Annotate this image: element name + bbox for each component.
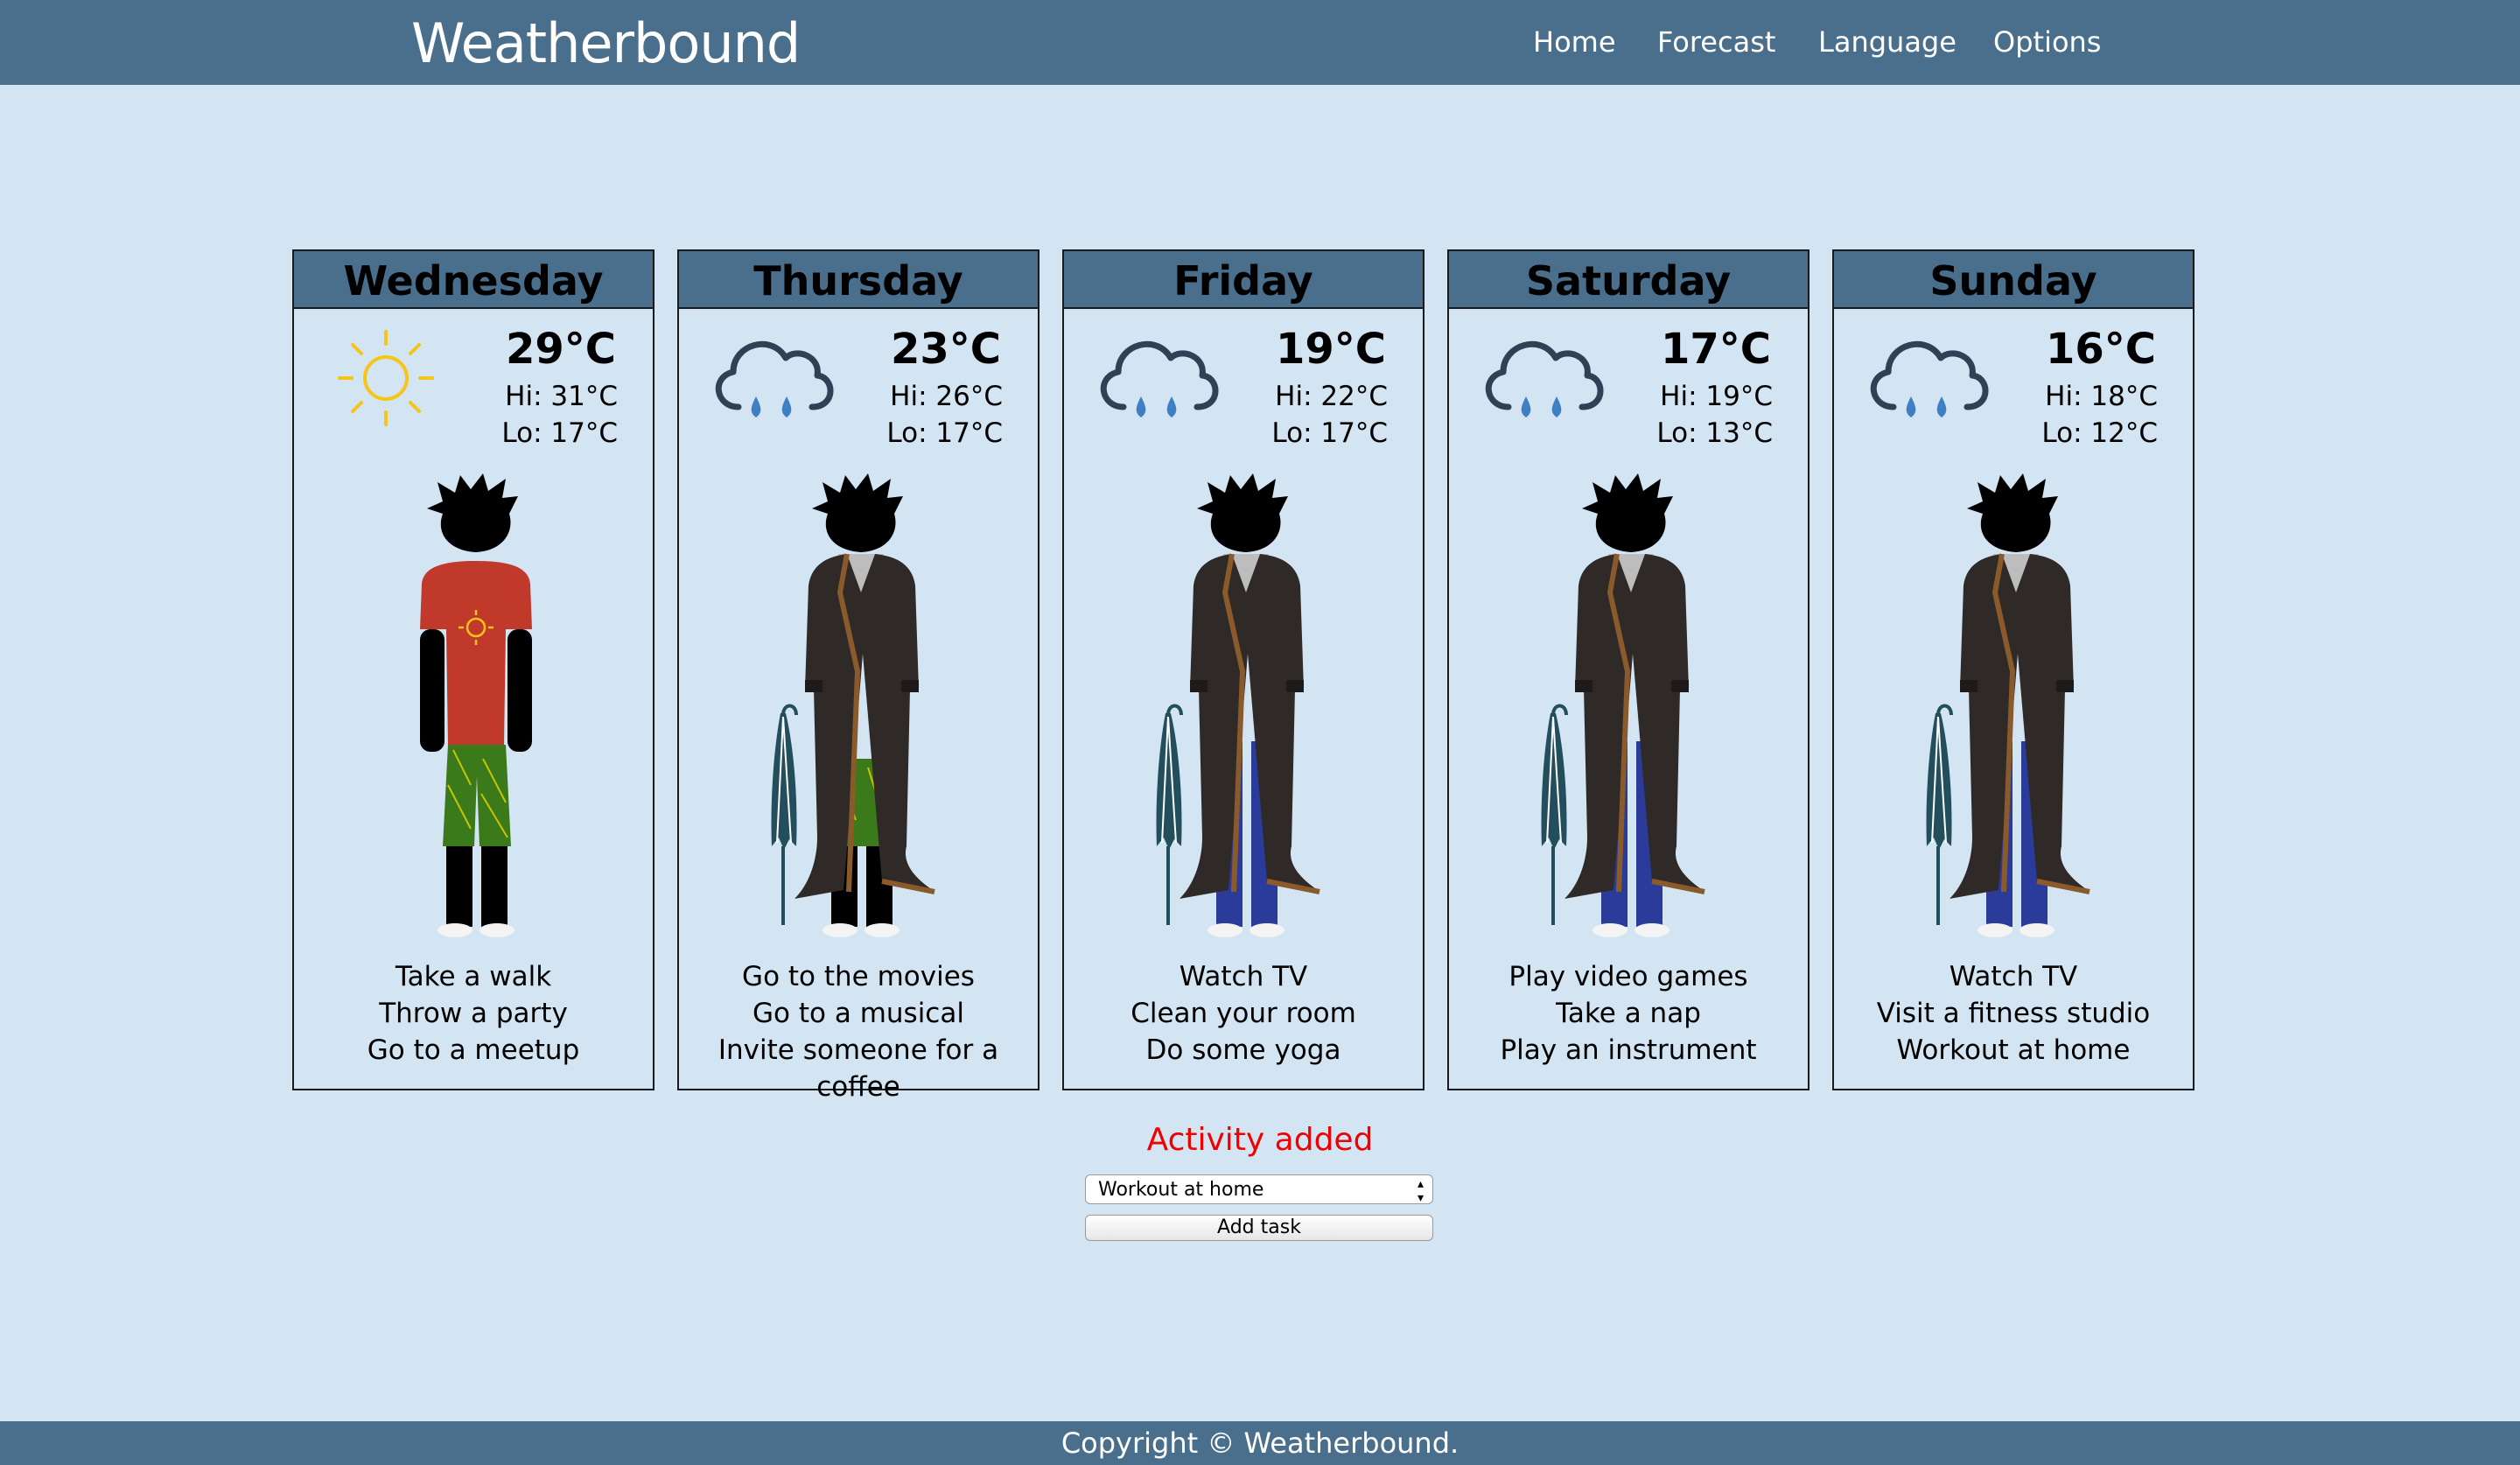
nav-options-link[interactable]: Options [1993, 0, 2101, 85]
footer-copyright: Copyright © Weatherbound. [0, 1421, 2520, 1465]
activity-item: Visit a fitness studio [1876, 998, 2151, 1029]
nav-forecast-link[interactable]: Forecast [1657, 0, 1775, 85]
current-temperature: 19°C [1275, 325, 1386, 374]
day-name: Sunday [1834, 251, 2193, 309]
high-temperature: Hi: 22°C [1275, 381, 1388, 412]
current-temperature: 23°C [890, 325, 1001, 374]
activity-item: Throw a party [379, 998, 568, 1029]
activity-item: Play video games [1508, 961, 1748, 992]
rain-cloud-icon [1858, 321, 1998, 435]
sun-icon [329, 321, 443, 435]
navbar: Weatherbound Home Forecast Language Opti… [0, 0, 2520, 85]
summer-outfit-figure [374, 470, 576, 943]
day-card-saturday: Saturday 17°C Hi: 19°C Lo: 13°C Play vid… [1447, 249, 1810, 1090]
rain-cloud-icon [704, 321, 844, 435]
day-name: Wednesday [294, 251, 653, 309]
day-card-thursday: Thursday 23°C Hi: 26°C Lo: 17°C Go to th… [677, 249, 1040, 1103]
activity-item: Go to a musical [752, 998, 964, 1029]
day-name: Thursday [679, 251, 1038, 309]
activity-list: Watch TV Visit a fitness studio Workout … [1834, 958, 2193, 1069]
activity-item: Play an instrument [1500, 1034, 1757, 1066]
activity-item: Watch TV [1949, 961, 2078, 992]
coat-shorts-umbrella-figure [760, 470, 961, 943]
high-temperature: Hi: 26°C [890, 381, 1003, 412]
current-temperature: 16°C [2045, 325, 2156, 374]
activity-item: Clean your room [1130, 998, 1356, 1029]
select-updown-icon: ▴ ▾ [1417, 1177, 1424, 1205]
day-card-friday: Friday 19°C Hi: 22°C Lo: 17°C Watch TV C… [1062, 249, 1424, 1090]
rain-cloud-icon [1474, 321, 1614, 435]
coat-jeans-umbrella-figure [1144, 470, 1346, 943]
day-card-wednesday: Wednesday 29°C Hi: 31°C Lo: 17°C Take a … [292, 249, 654, 1090]
low-temperature: Lo: 17°C [886, 417, 1003, 449]
activity-item: Take a nap [1556, 998, 1701, 1029]
activity-select-value: Workout at home [1098, 1179, 1264, 1201]
high-temperature: Hi: 19°C [1660, 381, 1773, 412]
activity-list: Take a walk Throw a party Go to a meetup [294, 958, 653, 1069]
high-temperature: Hi: 18°C [2045, 381, 2158, 412]
low-temperature: Lo: 12°C [2041, 417, 2158, 449]
day-name: Friday [1064, 251, 1423, 309]
activity-item: Do some yoga [1145, 1034, 1341, 1066]
rain-cloud-icon [1088, 321, 1228, 435]
add-task-button[interactable]: Add task [1085, 1215, 1433, 1241]
activity-list: Play video games Take a nap Play an inst… [1449, 958, 1808, 1069]
coat-jeans-umbrella-figure [1530, 470, 1731, 943]
day-card-sunday: Sunday 16°C Hi: 18°C Lo: 12°C Watch TV V… [1832, 249, 2194, 1090]
low-temperature: Lo: 17°C [501, 417, 618, 449]
activity-select[interactable]: Workout at home ▴ ▾ [1085, 1174, 1433, 1205]
activity-list: Go to the movies Go to a musical Invite … [679, 958, 1038, 1105]
nav-home-link[interactable]: Home [1533, 0, 1616, 85]
coat-jeans-umbrella-figure [1914, 470, 2116, 943]
nav-language-link[interactable]: Language [1818, 0, 1956, 85]
high-temperature: Hi: 31°C [505, 381, 618, 412]
low-temperature: Lo: 17°C [1271, 417, 1388, 449]
app-brand[interactable]: Weatherbound [411, 9, 801, 79]
low-temperature: Lo: 13°C [1656, 417, 1773, 449]
activity-item: Go to a meetup [367, 1034, 580, 1066]
activity-item: Workout at home [1896, 1034, 2131, 1066]
day-name: Saturday [1449, 251, 1808, 309]
current-temperature: 29°C [505, 325, 616, 374]
activity-item: Take a walk [395, 961, 552, 992]
current-temperature: 17°C [1660, 325, 1771, 374]
activity-item: Invite someone for a coffee [718, 1034, 999, 1103]
activity-list: Watch TV Clean your room Do some yoga [1064, 958, 1423, 1069]
activity-item: Go to the movies [742, 961, 975, 992]
activity-added-message: Activity added [1146, 1122, 1374, 1158]
activity-item: Watch TV [1179, 961, 1308, 992]
